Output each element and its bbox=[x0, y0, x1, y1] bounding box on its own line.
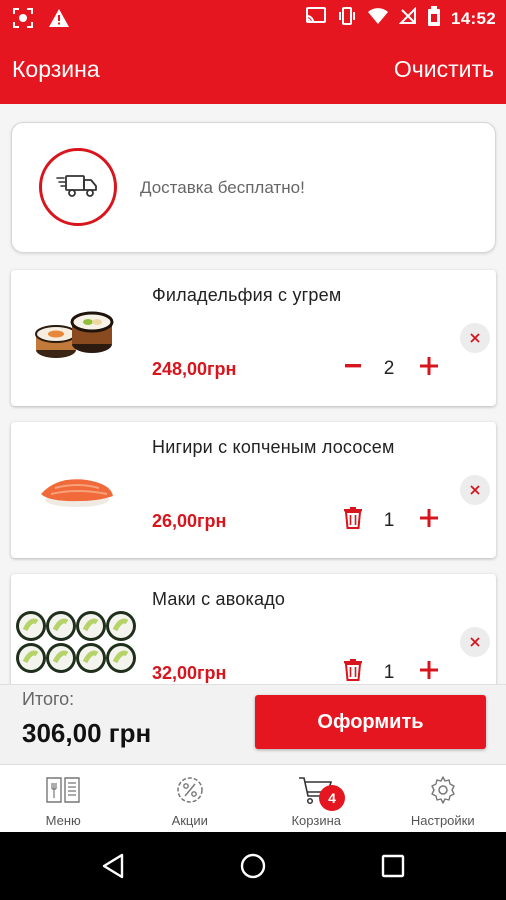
plus-icon[interactable] bbox=[416, 654, 442, 684]
cart-content[interactable]: Доставка бесплатно! Филадельфия с угрем … bbox=[0, 104, 506, 684]
close-icon[interactable] bbox=[460, 323, 490, 353]
minus-icon[interactable] bbox=[341, 348, 365, 384]
bottom-nav: Меню Акции 4 Корзина Настройки bbox=[0, 764, 506, 832]
nav-label: Корзина bbox=[291, 813, 342, 828]
total-label: Итого: bbox=[22, 689, 75, 709]
item-price: 26,00грн bbox=[152, 511, 227, 531]
warning-icon bbox=[48, 7, 70, 34]
status-time: 14:52 bbox=[451, 8, 496, 28]
quantity-value: 1 bbox=[383, 510, 395, 531]
status-bar: 14:52 bbox=[0, 0, 506, 36]
quantity-value: 2 bbox=[383, 358, 395, 379]
recents-icon[interactable] bbox=[377, 850, 409, 882]
plus-icon[interactable] bbox=[416, 502, 442, 534]
plus-icon[interactable] bbox=[416, 350, 442, 382]
product-image bbox=[11, 574, 143, 684]
cart-item: Филадельфия с угрем 248,00грн 2 bbox=[11, 270, 496, 406]
nav-label: Меню bbox=[45, 813, 81, 828]
item-name: Филадельфия с угрем bbox=[152, 285, 342, 305]
cast-icon bbox=[305, 6, 327, 31]
close-icon[interactable] bbox=[460, 627, 490, 657]
back-icon[interactable] bbox=[97, 850, 129, 882]
delivery-text: Доставка бесплатно! bbox=[140, 178, 305, 197]
quantity-value: 1 bbox=[383, 662, 395, 683]
nav-item-promotions[interactable]: Акции bbox=[127, 765, 254, 832]
menu-book-icon bbox=[45, 775, 81, 810]
total-bar: Итого: 306,00 грн Оформить bbox=[0, 684, 506, 764]
gear-icon bbox=[428, 775, 458, 810]
cart-item: Маки с авокадо 32,00грн 1 bbox=[11, 574, 496, 684]
nav-label: Настройки bbox=[410, 813, 475, 828]
nav-label: Акции bbox=[171, 813, 208, 828]
vibrate-icon bbox=[337, 6, 357, 31]
system-nav-bar bbox=[0, 832, 506, 900]
delivery-card: Доставка бесплатно! bbox=[11, 122, 496, 253]
no-signal-icon bbox=[398, 6, 417, 30]
checkout-button[interactable]: Оформить bbox=[255, 695, 486, 749]
item-price: 248,00грн bbox=[152, 359, 237, 379]
battery-icon bbox=[427, 6, 441, 31]
trash-icon[interactable] bbox=[341, 500, 365, 536]
clear-cart-button[interactable]: Очистить bbox=[394, 56, 494, 83]
nav-item-cart[interactable]: 4 Корзина bbox=[253, 765, 380, 832]
cart-badge: 4 bbox=[319, 785, 345, 811]
screenshot-icon bbox=[12, 7, 34, 34]
wifi-icon bbox=[367, 7, 389, 30]
product-image bbox=[11, 422, 143, 558]
cart-item: Нигири с копченым лососем 26,00грн 1 bbox=[11, 422, 496, 558]
delivery-truck-icon bbox=[39, 148, 117, 226]
percent-icon bbox=[175, 775, 205, 810]
total-value: 306,00 грн bbox=[22, 718, 152, 748]
page-title: Корзина bbox=[12, 56, 100, 82]
app-bar: Корзина Очистить bbox=[0, 36, 506, 104]
item-price: 32,00грн bbox=[152, 663, 227, 683]
item-name: Нигири с копченым лососем bbox=[152, 437, 395, 457]
product-image bbox=[11, 270, 143, 406]
trash-icon[interactable] bbox=[341, 652, 365, 684]
nav-item-menu[interactable]: Меню bbox=[0, 765, 127, 832]
home-icon[interactable] bbox=[237, 850, 269, 882]
nav-item-settings[interactable]: Настройки bbox=[380, 765, 506, 832]
close-icon[interactable] bbox=[460, 475, 490, 505]
item-name: Маки с авокадо bbox=[152, 589, 286, 609]
